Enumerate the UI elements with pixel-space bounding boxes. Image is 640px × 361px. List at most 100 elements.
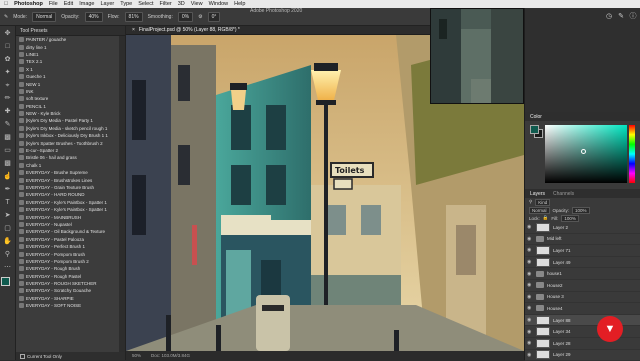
preset-item[interactable]: EVERYDAY - Rough Pastel xyxy=(16,273,119,280)
info-icon[interactable]: ⓘ xyxy=(628,12,638,22)
history-icon[interactable]: ◷ xyxy=(604,12,614,22)
preset-item[interactable]: EVERYDAY - SOFT NOISE xyxy=(16,302,119,309)
menu-3d[interactable]: 3D xyxy=(178,1,185,7)
hand-tool-icon[interactable]: ✋ xyxy=(3,237,13,247)
healing-brush-icon[interactable]: ✚ xyxy=(3,107,13,117)
preset-item[interactable]: EVERYDAY - Scratchy Gouache xyxy=(16,287,119,294)
smoothing-field[interactable]: 0% xyxy=(177,11,194,22)
angle-field[interactable]: 0° xyxy=(207,11,221,22)
layer-row[interactable]: ◉ Mid left xyxy=(525,234,640,246)
preset-item[interactable]: EVERYDAY - ROUGH SKETCHER xyxy=(16,280,119,287)
zoom-tool-icon[interactable]: ⚲ xyxy=(3,250,13,260)
layer-row[interactable]: ◉ house1 xyxy=(525,268,640,280)
preset-item[interactable]: Chalk 1 xyxy=(16,162,119,169)
preset-item[interactable]: dirty line 1 xyxy=(16,43,119,50)
layer-row[interactable]: ◉ Layer 29 xyxy=(525,350,640,361)
color-picker-field[interactable] xyxy=(545,125,627,183)
preset-item[interactable]: X 1 xyxy=(16,66,119,73)
layer-row[interactable]: ◉ Layer 28 xyxy=(525,338,640,350)
preset-item[interactable]: TEX 2.1 xyxy=(16,58,119,65)
preset-item[interactable]: PAINTER / gouache xyxy=(16,36,119,43)
menu-layer[interactable]: Layer xyxy=(101,1,115,7)
preset-item[interactable]: EVERYDAY - Grain Texture Brush xyxy=(16,184,119,191)
visibility-eye-icon[interactable]: ◉ xyxy=(527,305,533,311)
preset-item[interactable]: INK xyxy=(16,88,119,95)
preset-item[interactable]: [Kyle's Inkbox - Deliciously Dry Brush 1… xyxy=(16,132,119,139)
menu-image[interactable]: Image xyxy=(79,1,94,7)
more-tools-icon[interactable]: ⋯ xyxy=(3,263,13,273)
preset-item[interactable]: EVERYDAY - Kyle's Paintbox - Spatter 1 xyxy=(16,199,119,206)
preset-item[interactable]: EVERYDAY - Kyle's Paintbox - Spatter 1 xyxy=(16,206,119,213)
preset-item[interactable]: E-cur--Spatter 2 xyxy=(16,147,119,154)
color-panel-title[interactable]: Color xyxy=(525,112,640,121)
preset-item[interactable]: EVERYDAY - Nupastel xyxy=(16,221,119,228)
preset-item[interactable]: EVERYDAY - Pastel Palooza xyxy=(16,236,119,243)
marquee-tool-icon[interactable]: □ xyxy=(3,42,13,52)
type-tool-icon[interactable]: T xyxy=(3,198,13,208)
opacity-field[interactable]: 40% xyxy=(84,11,103,22)
tab-layers[interactable]: Layers xyxy=(530,191,545,197)
layer-row[interactable]: ◉ Layer 71 xyxy=(525,245,640,257)
visibility-eye-icon[interactable]: ◉ xyxy=(527,282,533,288)
smudge-icon[interactable]: ☝ xyxy=(3,172,13,182)
preset-item[interactable]: soft texture xyxy=(16,95,119,102)
navigator-preview[interactable] xyxy=(430,8,524,104)
preset-item[interactable]: EVERYDAY - Oil Background & Texture xyxy=(16,228,119,235)
preset-item[interactable]: EVERYDAY - SHARPIE xyxy=(16,295,119,302)
lock-icon[interactable]: 🔒 xyxy=(543,215,549,221)
menu-edit[interactable]: Edit xyxy=(64,1,73,7)
hue-slider[interactable] xyxy=(629,125,635,183)
menu-select[interactable]: Select xyxy=(138,1,153,7)
layer-row[interactable]: ◉ House2 xyxy=(525,280,640,292)
pen-tool-icon[interactable]: ✒ xyxy=(3,185,13,195)
visibility-eye-icon[interactable]: ◉ xyxy=(527,352,533,358)
eyedropper-icon[interactable]: ✏ xyxy=(3,94,13,104)
lasso-tool-icon[interactable]: ✿ xyxy=(3,55,13,65)
current-tool-only-row[interactable]: Current Tool Only xyxy=(16,352,125,360)
preset-item[interactable]: EVERYDAY - Pompom Brush xyxy=(16,250,119,257)
zoom-level[interactable]: 50% xyxy=(132,353,141,358)
preset-item[interactable]: EVERYDAY - Brushe Supreme xyxy=(16,169,119,176)
preset-item[interactable]: EVERYDAY - MAINBRUSH xyxy=(16,213,119,220)
color-swatches[interactable] xyxy=(0,277,15,291)
preset-item[interactable]: NEW 1 xyxy=(16,80,119,87)
visibility-eye-icon[interactable]: ◉ xyxy=(527,259,533,265)
preset-item[interactable]: Gueche 1 xyxy=(16,73,119,80)
menu-type[interactable]: Type xyxy=(120,1,132,7)
stamp-tool-icon[interactable]: ▩ xyxy=(3,133,13,143)
magic-wand-icon[interactable]: ✦ xyxy=(3,68,13,78)
shape-tool-icon[interactable]: ▢ xyxy=(3,224,13,234)
foreground-swatch[interactable] xyxy=(0,277,10,286)
visibility-eye-icon[interactable]: ◉ xyxy=(527,294,533,300)
visibility-eye-icon[interactable]: ◉ xyxy=(527,329,533,335)
gradient-icon[interactable]: ▩ xyxy=(3,159,13,169)
menu-view[interactable]: View xyxy=(191,1,203,7)
close-tab-icon[interactable]: × xyxy=(132,27,135,33)
move-tool-icon[interactable]: ✥ xyxy=(3,29,13,39)
fill-field[interactable]: 100% xyxy=(561,214,579,222)
visibility-eye-icon[interactable]: ◉ xyxy=(527,224,533,230)
visibility-eye-icon[interactable]: ◉ xyxy=(527,317,533,323)
preset-item[interactable]: LINE1 xyxy=(16,51,119,58)
menu-window[interactable]: Window xyxy=(209,1,229,7)
layer-row[interactable]: ◉ House 3 xyxy=(525,292,640,304)
crop-tool-icon[interactable]: ⌖ xyxy=(3,81,13,91)
preset-scrollbar[interactable] xyxy=(119,36,125,352)
brush-settings-icon[interactable]: ✎ xyxy=(616,12,626,22)
layer-row[interactable]: ◉ House4 xyxy=(525,303,640,315)
menu-help[interactable]: Help xyxy=(234,1,245,7)
preset-item[interactable]: [Kyle's Dry Media - sketch pencil rough … xyxy=(16,125,119,132)
menu-file[interactable]: File xyxy=(49,1,58,7)
preset-item[interactable]: EVERYDAY - Rough Brush xyxy=(16,265,119,272)
visibility-eye-icon[interactable]: ◉ xyxy=(527,247,533,253)
brush-tool-icon-2[interactable]: ✎ xyxy=(3,120,13,130)
preset-item[interactable]: EVERYDAY - Pompom Brush 2 xyxy=(16,258,119,265)
eraser-icon[interactable]: ▭ xyxy=(3,146,13,156)
path-select-icon[interactable]: ➤ xyxy=(3,211,13,221)
preset-item[interactable]: EVERYDAY - Brushstrokes Lines xyxy=(16,176,119,183)
blend-mode-select[interactable]: Normal xyxy=(529,206,550,214)
menu-app[interactable]: Photoshop xyxy=(14,1,43,7)
color-picker-cursor[interactable] xyxy=(581,149,586,154)
kind-select[interactable]: Kind xyxy=(535,198,551,206)
preset-item[interactable]: Bristle 06 - hail and grass xyxy=(16,154,119,161)
